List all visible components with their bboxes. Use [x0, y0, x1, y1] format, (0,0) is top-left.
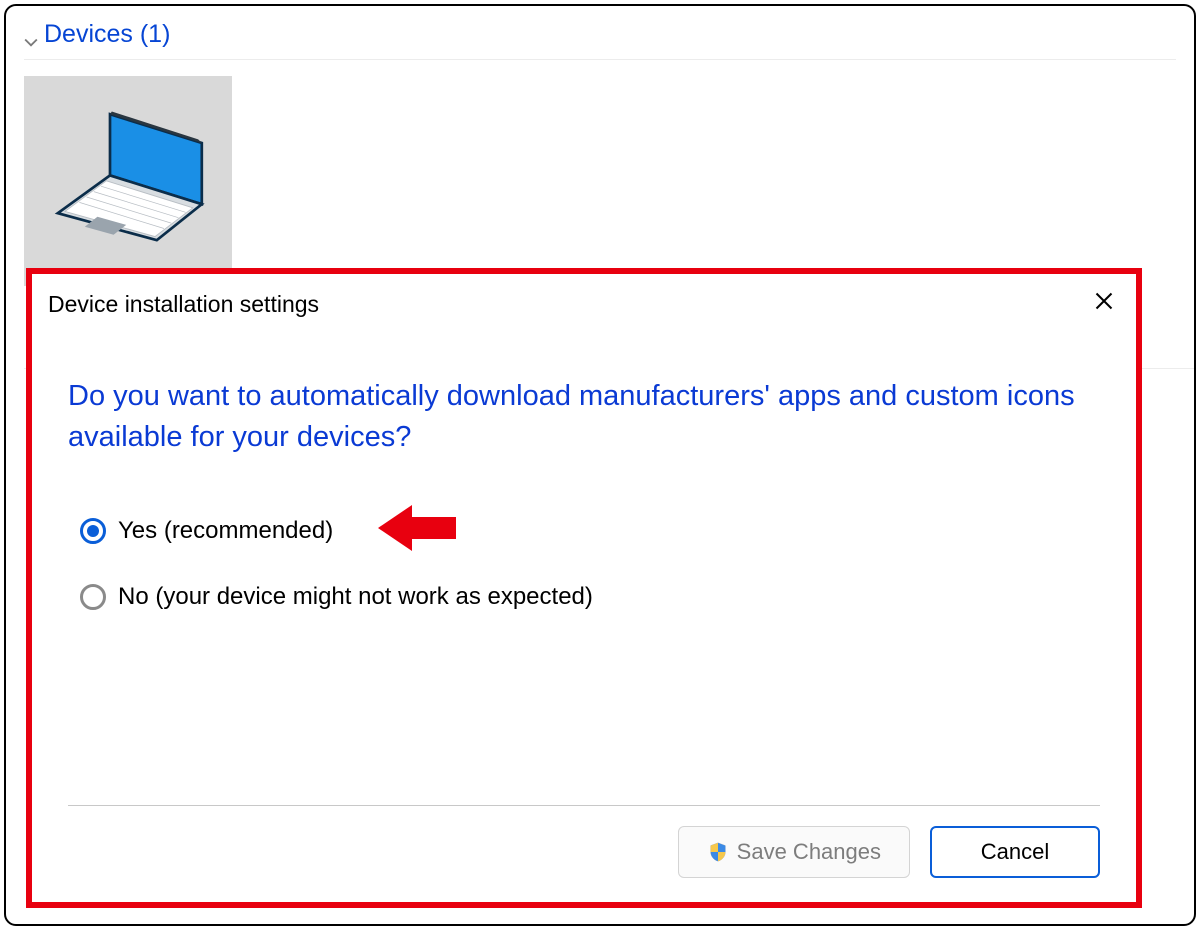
radio-label-no: No (your device might not work as expect…: [118, 583, 593, 611]
devices-section-title: Devices (1): [44, 20, 170, 49]
save-changes-button[interactable]: Save Changes: [678, 826, 910, 878]
uac-shield-icon: [707, 841, 729, 863]
radio-icon-selected: [80, 518, 106, 544]
dialog-footer: Save Changes Cancel: [68, 805, 1100, 878]
dialog-title: Device installation settings: [48, 291, 319, 318]
devices-section: Devices (1): [6, 6, 1194, 296]
footer-divider: [68, 805, 1100, 806]
radio-label-yes: Yes (recommended): [118, 517, 333, 545]
device-installation-dialog: Device installation settings Do you want…: [26, 268, 1142, 908]
cancel-button[interactable]: Cancel: [930, 826, 1100, 878]
radio-option-no[interactable]: No (your device might not work as expect…: [68, 583, 1100, 611]
device-tile-laptop[interactable]: [24, 76, 232, 286]
close-icon: [1094, 291, 1114, 317]
save-button-label: Save Changes: [737, 839, 881, 865]
laptop-icon: [38, 104, 218, 259]
close-button[interactable]: [1084, 284, 1124, 324]
dialog-question: Do you want to automatically download ma…: [68, 376, 1100, 457]
radio-icon-unselected: [80, 584, 106, 610]
chevron-down-icon: [24, 28, 38, 42]
radio-option-yes[interactable]: Yes (recommended): [68, 517, 1100, 545]
dialog-body: Do you want to automatically download ma…: [32, 336, 1136, 611]
devices-section-header[interactable]: Devices (1): [24, 16, 1176, 60]
dialog-titlebar: Device installation settings: [32, 274, 1136, 336]
cancel-button-label: Cancel: [981, 839, 1049, 865]
